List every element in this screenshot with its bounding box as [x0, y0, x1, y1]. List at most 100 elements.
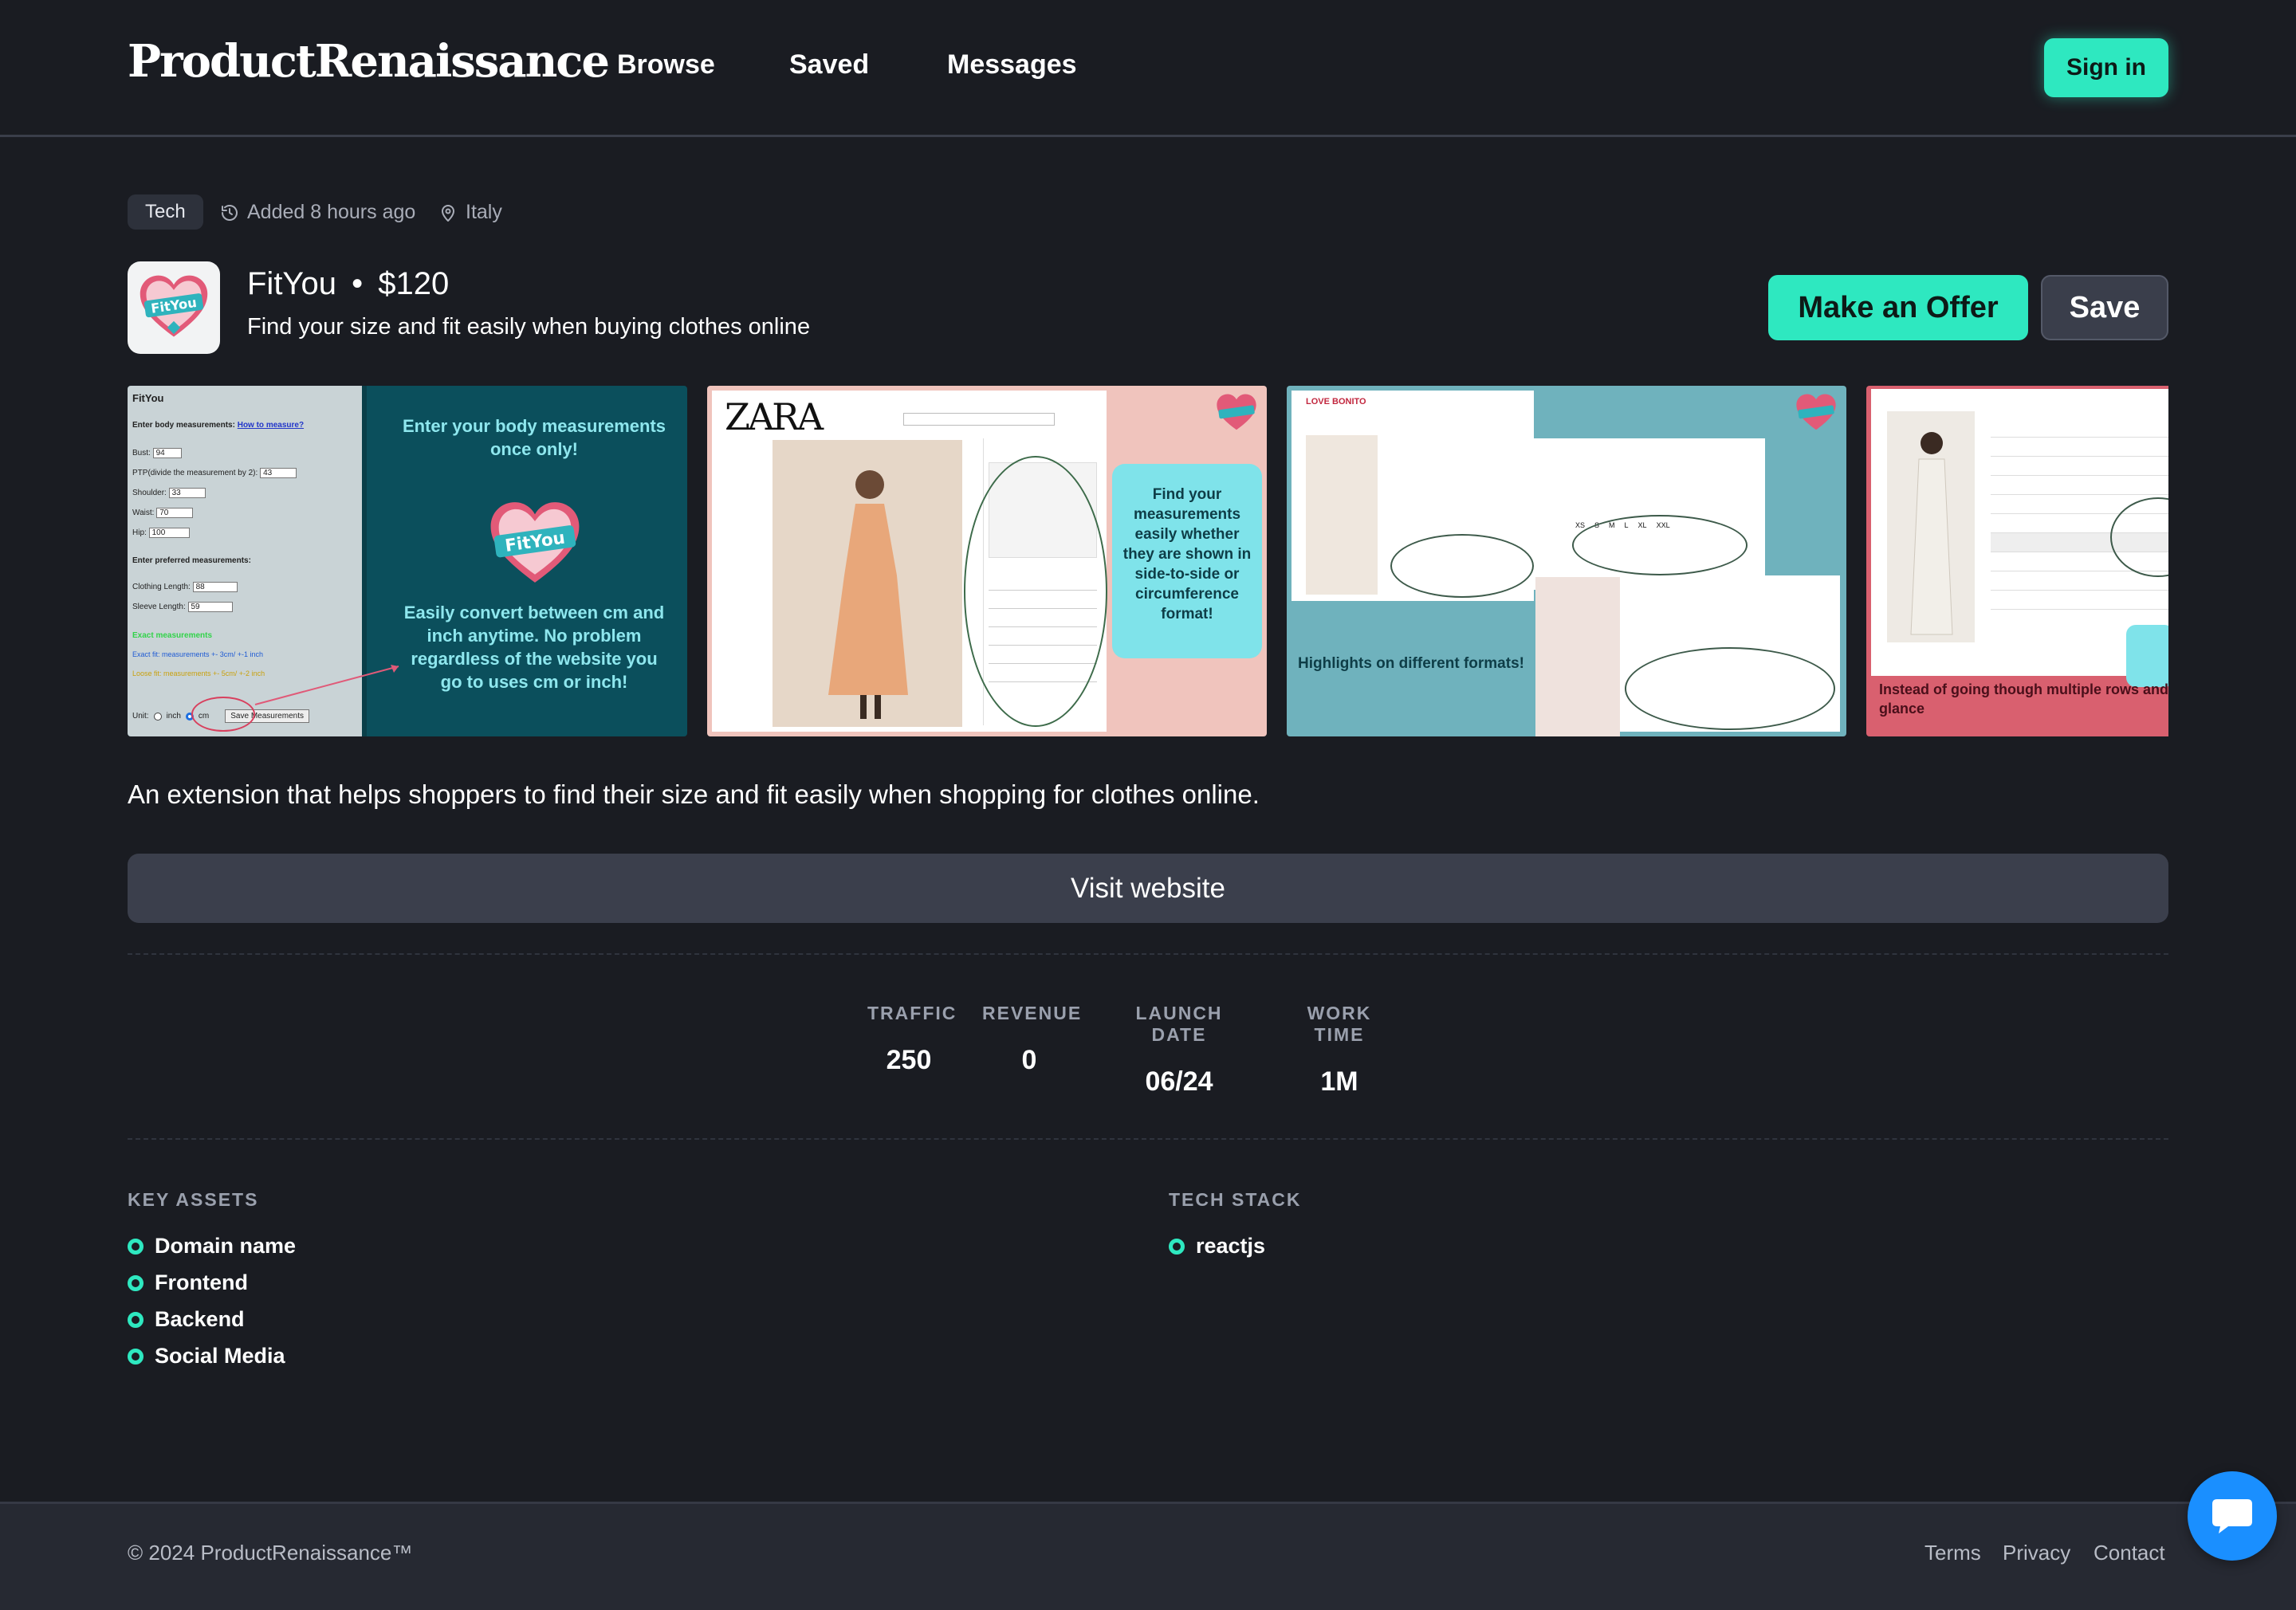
asset-label: Backend — [155, 1307, 245, 1331]
gallery-image-1[interactable]: FitYou Enter body measurements: How to m… — [128, 386, 687, 736]
location-text: Italy — [466, 201, 502, 223]
added-time: Added 8 hours ago — [220, 201, 415, 224]
gallery-image-4[interactable]: Instead of going though multiple rows an… — [1866, 386, 2168, 736]
enter-label: Enter body measurements: How to measure? — [132, 421, 304, 430]
model-photo-2 — [1306, 435, 1378, 595]
stat-label: TRAFFIC — [867, 1003, 957, 1023]
model-photo — [773, 440, 962, 727]
field-input[interactable]: 59 — [187, 602, 233, 612]
shot4-caption: Instead of going though multiple rows an… — [1879, 681, 2168, 717]
tech-stack-title: TECH STACK — [1169, 1189, 1302, 1210]
asset-item: Social Media — [128, 1344, 285, 1368]
field-input[interactable]: 43 — [260, 468, 297, 478]
fityou-heart-icon: FitYou — [140, 275, 208, 337]
enter-label-text: Enter body measurements: — [132, 421, 235, 430]
site-logo[interactable]: ProductRenaissance — [128, 35, 610, 88]
size-guide-page — [1871, 389, 2168, 687]
key-assets-title: KEY ASSETS — [128, 1189, 259, 1210]
preferred-label: Enter preferred measurements: — [132, 556, 251, 565]
zara-search-bar — [903, 413, 1055, 426]
model-photo-4 — [1887, 411, 1975, 642]
site-footer: © 2024 ProductRenaissance™ Terms Privacy… — [0, 1502, 2296, 1610]
highlight-ellipse — [1572, 515, 1748, 575]
zara-brand: ZARA — [725, 395, 824, 438]
field-row: Clothing Length: 88 — [132, 577, 238, 597]
map-pin-icon — [438, 203, 458, 222]
shot1-headline: Enter your body measurements once only! — [402, 416, 666, 460]
footer-copyright: © 2024 ProductRenaissance™ — [128, 1541, 413, 1565]
divider — [128, 953, 2168, 955]
field-input[interactable]: 88 — [192, 582, 238, 592]
field-row: Waist: 70 — [132, 503, 297, 523]
visit-website-button[interactable]: Visit website — [128, 854, 2168, 923]
product-price: $120 — [378, 266, 450, 301]
pref-field-list: Clothing Length: 88 Sleeve Length: 59 — [132, 577, 238, 617]
nav-messages[interactable]: Messages — [947, 49, 1077, 80]
lovebonito-page: LOVE BONITO — [1292, 391, 1534, 601]
field-input[interactable]: 100 — [148, 528, 191, 538]
footer-terms-link[interactable]: Terms — [1924, 1541, 1981, 1565]
exact-label: Exact measurements — [132, 631, 213, 640]
field-row: PTP(divide the measurement by 2): 43 — [132, 463, 297, 483]
field-input[interactable]: 94 — [152, 448, 182, 458]
highlight-ellipse — [1390, 534, 1534, 598]
bullet-icon — [128, 1238, 144, 1255]
bullet-icon — [128, 1348, 144, 1365]
gallery-image-2[interactable]: ZARA Find your measurements easily wheth… — [707, 386, 1267, 736]
stat-value: 250 — [886, 1045, 932, 1075]
model-photo-3 — [1535, 577, 1620, 736]
gallery-image-3[interactable]: LOVE BONITO XS S M L XL XXL Highlights on dif… — [1287, 386, 1846, 736]
site-header: ProductRenaissance Browse Saved Messages… — [0, 0, 2296, 137]
title-separator: • — [352, 266, 364, 301]
stat-work-time: WORK TIME 1M — [1280, 1003, 1398, 1098]
asset-item: Frontend — [128, 1270, 248, 1295]
measurement-table: XS S M L XL XXL — [1534, 438, 1765, 590]
product-tagline: Find your size and fit easily when buyin… — [247, 314, 811, 340]
field-row: Bust: 94 — [132, 443, 297, 463]
how-to-measure-link[interactable]: How to measure? — [238, 421, 304, 430]
chat-bubble-icon — [2212, 1499, 2252, 1533]
divider — [128, 1138, 2168, 1140]
asset-item: Domain name — [128, 1234, 296, 1259]
footer-privacy-link[interactable]: Privacy — [2003, 1541, 2070, 1565]
added-text: Added 8 hours ago — [247, 201, 416, 223]
chat-widget-button[interactable] — [2188, 1471, 2277, 1561]
make-offer-button[interactable]: Make an Offer — [1768, 275, 2028, 340]
panel-title: FitYou — [132, 392, 164, 404]
stat-value: 06/24 — [1145, 1066, 1213, 1097]
unit-label: Unit: — [132, 712, 149, 721]
tech-item: reactjs — [1169, 1234, 1265, 1259]
highlight-circle — [191, 697, 255, 732]
field-input[interactable]: 33 — [168, 488, 206, 498]
stat-traffic: TRAFFIC 250 — [867, 1003, 957, 1076]
nav-browse[interactable]: Browse — [617, 49, 715, 80]
highlight-ellipse — [1625, 647, 1835, 730]
radio-inch[interactable] — [153, 712, 162, 721]
fityou-badge-icon: FitYou — [490, 502, 580, 583]
dress-figure — [1910, 432, 1953, 635]
highlight-ellipse — [964, 456, 1107, 727]
asset-label: Frontend — [155, 1270, 248, 1294]
screenshot-gallery[interactable]: FitYou Enter body measurements: How to m… — [128, 386, 2168, 736]
category-tag[interactable]: Tech — [128, 194, 203, 230]
lovebonito-brand: LOVE BONITO — [1306, 397, 1366, 406]
field-row: Shoulder: 33 — [132, 483, 297, 503]
sign-in-button[interactable]: Sign in — [2044, 38, 2168, 97]
save-button[interactable]: Save — [2041, 275, 2168, 340]
stat-value: 1M — [1320, 1066, 1358, 1097]
product-description: An extension that helps shoppers to find… — [128, 779, 1260, 809]
stat-label: WORK TIME — [1307, 1003, 1372, 1045]
field-list: Bust: 94 PTP(divide the measurement by 2… — [132, 443, 297, 543]
history-icon — [220, 203, 239, 222]
footer-contact-link[interactable]: Contact — [2094, 1541, 2165, 1565]
fityou-corner-icon — [1217, 394, 1256, 430]
asset-item: Backend — [128, 1307, 245, 1332]
nav-saved[interactable]: Saved — [789, 49, 869, 80]
field-input[interactable]: 70 — [156, 508, 194, 518]
tech-label: reactjs — [1196, 1234, 1266, 1258]
stat-label: REVENUE — [982, 1003, 1083, 1023]
field-row: Hip: 100 — [132, 523, 297, 543]
unit-inch-label: inch — [166, 712, 181, 721]
loose-fit-text: Loose fit: measurements +- 5cm/ +-2 inch — [132, 670, 265, 677]
product-name: FitYou — [247, 266, 336, 301]
